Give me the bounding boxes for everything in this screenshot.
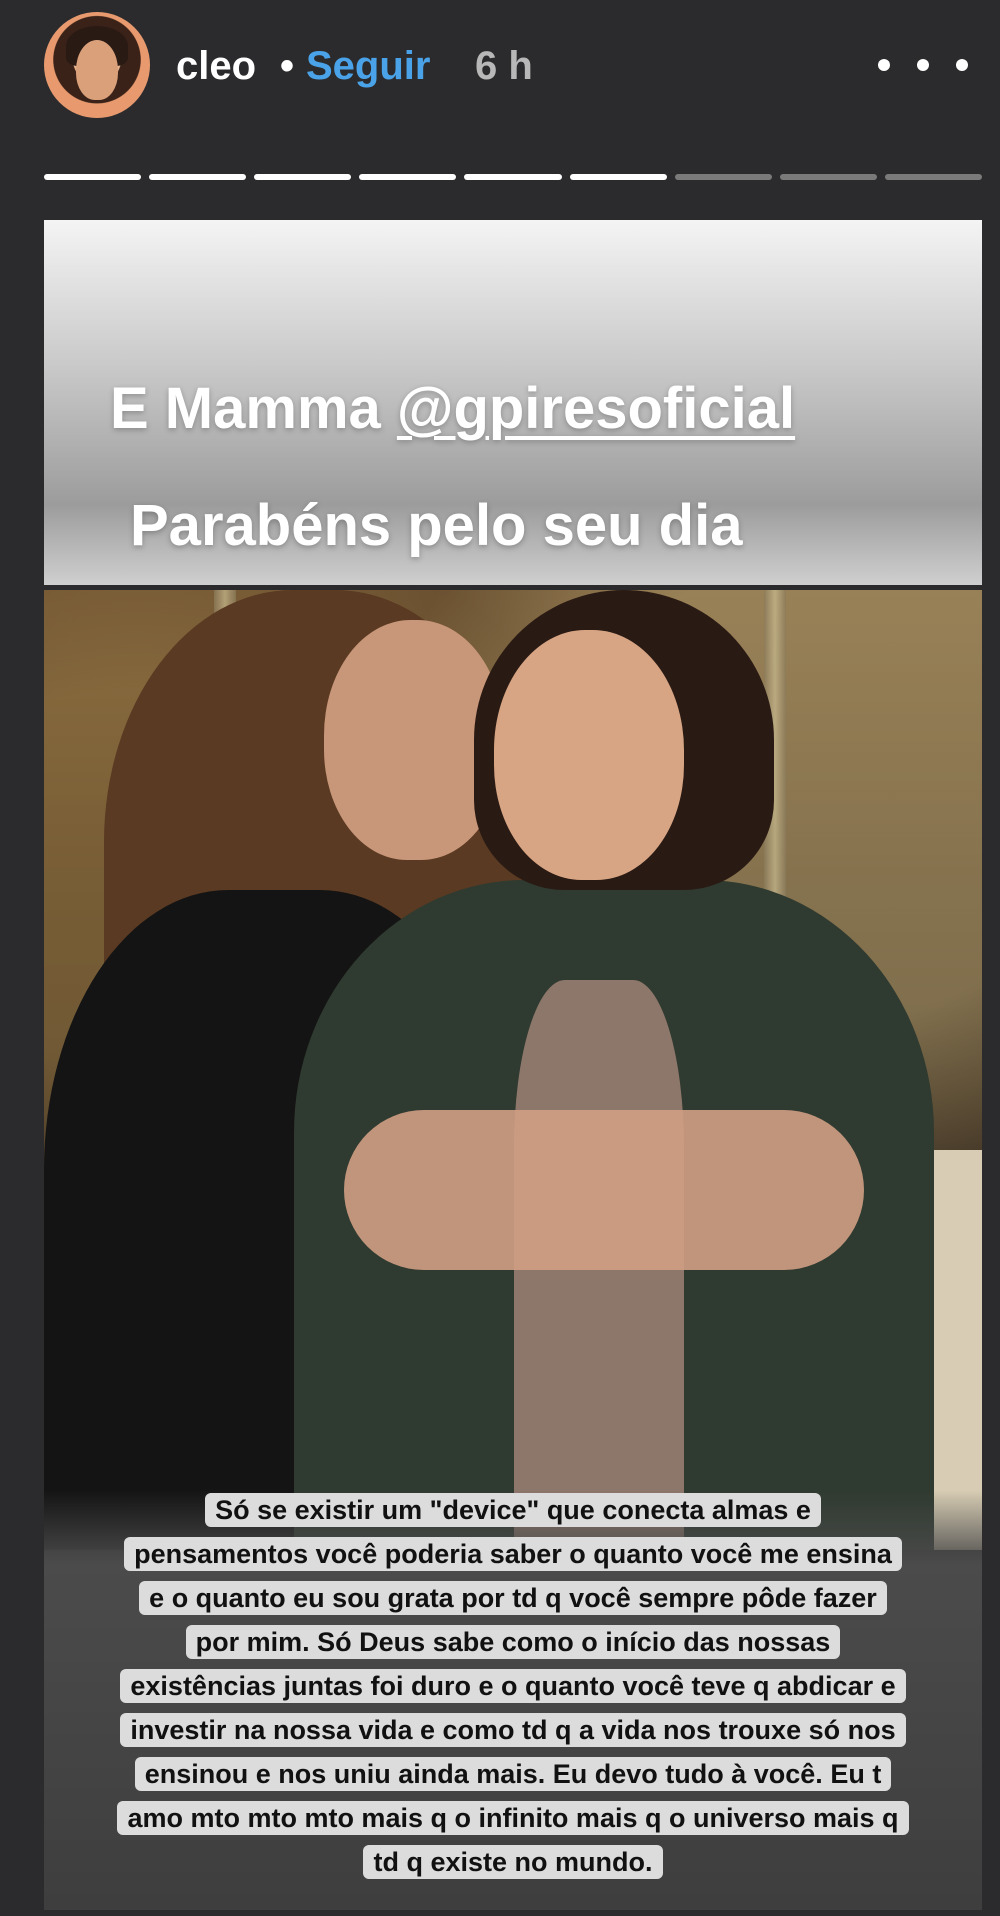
banner-line-1: E Mamma @gpiresoficial (110, 375, 795, 442)
banner-line-2: Parabéns pelo seu dia (130, 493, 743, 558)
timestamp: 6 h (475, 44, 533, 88)
follow-button[interactable]: Seguir (306, 44, 430, 89)
caption-line: amo mto mto mto mais q o infinito mais q… (58, 1796, 968, 1840)
more-options-icon[interactable] (878, 40, 968, 90)
progress-segment (149, 174, 247, 180)
separator-dot: • (280, 44, 295, 88)
caption-line: existências juntas foi duro e o quanto v… (58, 1664, 968, 1708)
caption-line: ensinou e nos uniu ainda mais. Eu devo t… (58, 1752, 968, 1796)
caption-line: td q existe no mundo. (58, 1840, 968, 1884)
story-caption: Só se existir um "device" que conecta al… (58, 1488, 968, 1884)
avatar[interactable] (44, 12, 150, 118)
person-right-face (494, 630, 684, 880)
caption-line-text: Só se existir um "device" que conecta al… (205, 1493, 821, 1527)
mention-link[interactable]: @gpiresoficial (397, 376, 795, 441)
banner-prefix: E Mamma (110, 376, 397, 441)
caption-line-text: pensamentos você poderia saber o quanto … (124, 1537, 902, 1571)
username[interactable]: cleo (176, 44, 256, 89)
caption-line-text: por mim. Só Deus sabe como o início das … (185, 1625, 841, 1659)
caption-line: Só se existir um "device" que conecta al… (58, 1488, 968, 1532)
caption-line-text: existências juntas foi duro e o quanto v… (120, 1669, 906, 1703)
progress-segment (464, 174, 562, 180)
avatar-face (76, 40, 118, 100)
caption-line: pensamentos você poderia saber o quanto … (58, 1532, 968, 1576)
hugging-hands (344, 1110, 864, 1270)
caption-line: por mim. Só Deus sabe como o início das … (58, 1620, 968, 1664)
caption-line-text: amo mto mto mto mais q o infinito mais q… (117, 1801, 909, 1835)
caption-line-text: ensinou e nos uniu ainda mais. Eu devo t… (134, 1757, 892, 1791)
progress-segment (44, 174, 142, 180)
progress-segment (569, 174, 667, 180)
caption-line: e o quanto eu sou grata por td q você se… (58, 1576, 968, 1620)
progress-segment (359, 174, 457, 180)
caption-line: investir na nossa vida e como td q a vid… (58, 1708, 968, 1752)
progress-segment (884, 174, 982, 180)
progress-segment (674, 174, 772, 180)
caption-line-text: e o quanto eu sou grata por td q você se… (139, 1581, 887, 1615)
more-dot-2 (917, 59, 929, 71)
progress-segment (779, 174, 877, 180)
progress-segment (254, 174, 352, 180)
caption-line-text: investir na nossa vida e como td q a vid… (120, 1713, 906, 1747)
story-content[interactable]: E Mamma @gpiresoficial Parabéns pelo seu… (44, 220, 982, 1910)
story-banner: E Mamma @gpiresoficial Parabéns pelo seu… (44, 220, 982, 585)
more-dot-1 (878, 59, 890, 71)
more-dot-3 (956, 59, 968, 71)
story-photo (44, 590, 982, 1550)
caption-line-text: td q existe no mundo. (363, 1845, 663, 1879)
story-header: cleo • Seguir 6 h (0, 0, 1000, 140)
story-progress-bar (44, 174, 982, 182)
